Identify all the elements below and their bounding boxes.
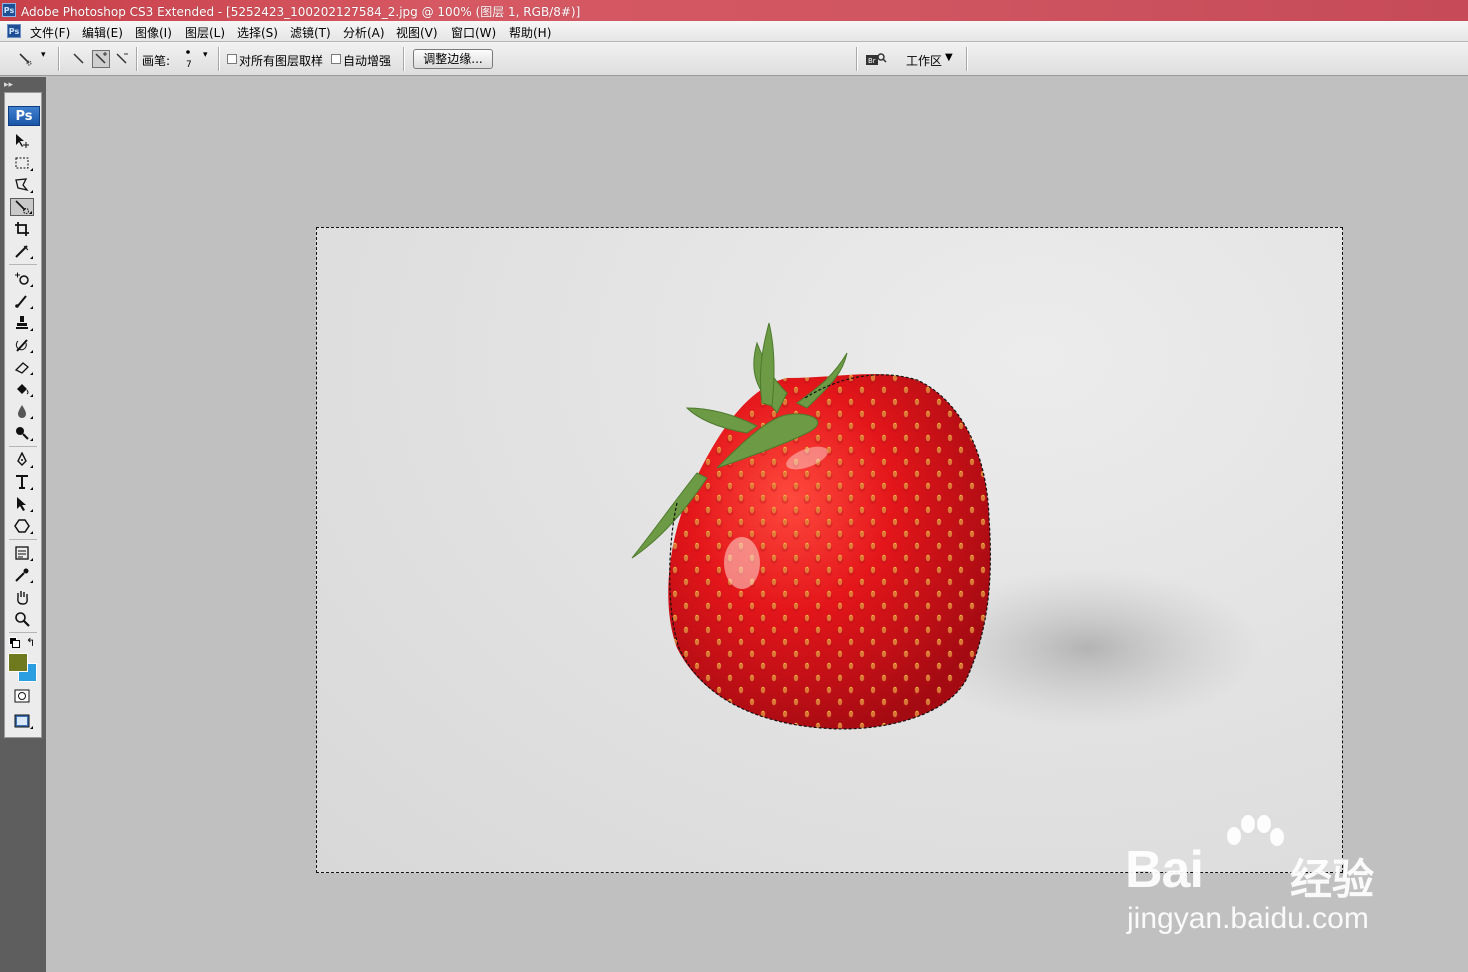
menu-file[interactable]: 文件(F) <box>30 24 70 41</box>
menu-analysis[interactable]: 分析(A) <box>343 24 385 41</box>
brush-tool-icon[interactable] <box>10 292 34 310</box>
eyedropper-tool-icon[interactable] <box>10 566 34 584</box>
app-icon: Ps <box>2 3 16 17</box>
eraser-tool-icon[interactable] <box>10 358 34 376</box>
lasso-tool-icon[interactable] <box>10 176 34 194</box>
watermark-brand: Bai <box>1125 841 1204 899</box>
default-colors-icon[interactable] <box>9 637 20 648</box>
app-menu-icon[interactable]: Ps <box>7 24 21 38</box>
menu-image[interactable]: 图像(I) <box>135 24 172 41</box>
type-tool-icon[interactable] <box>10 473 34 491</box>
menu-select[interactable]: 选择(S) <box>237 24 278 41</box>
tool-preset-picker[interactable] <box>14 50 36 68</box>
history-brush-tool-icon[interactable] <box>10 336 34 354</box>
dodge-tool-icon[interactable] <box>10 424 34 442</box>
slice-tool-icon[interactable] <box>10 242 34 260</box>
brush-label: 画笔: <box>142 54 171 68</box>
blur-tool-icon[interactable] <box>10 402 34 420</box>
swap-colors-icon[interactable]: ↰ <box>26 636 35 649</box>
ps-badge[interactable]: Ps <box>8 106 40 126</box>
menu-help[interactable]: 帮助(H) <box>509 24 551 41</box>
auto-enhance-label: 自动增强 <box>343 54 392 68</box>
baidu-watermark: Bai 经验 jingyan.baidu.com <box>1125 812 1395 942</box>
menu-bar: Ps 文件(F) 编辑(E) 图像(I) 图层(L) 选择(S) 滤镜(T) 分… <box>0 21 1468 42</box>
pen-tool-icon[interactable] <box>10 451 34 469</box>
workspace-chevron-down-icon[interactable]: ▼ <box>945 52 953 63</box>
menu-layer[interactable]: 图层(L) <box>185 24 225 41</box>
shape-tool-icon[interactable] <box>10 517 34 535</box>
window-title: Adobe Photoshop CS3 Extended - [5252423_… <box>21 5 581 19</box>
svg-text:Br: Br <box>868 57 876 65</box>
document-canvas[interactable] <box>316 227 1343 873</box>
notes-tool-icon[interactable] <box>10 544 34 562</box>
brush-size: 7 <box>186 60 192 70</box>
path-selection-tool-icon[interactable] <box>10 495 34 513</box>
auto-enhance-checkbox[interactable] <box>331 54 341 64</box>
screen-mode-icon[interactable] <box>10 712 34 730</box>
menu-edit[interactable]: 编辑(E) <box>82 24 123 41</box>
paint-bucket-tool-icon[interactable] <box>10 380 34 398</box>
rectangular-marquee-tool-icon[interactable] <box>10 154 34 172</box>
menu-filter[interactable]: 滤镜(T) <box>290 24 331 41</box>
move-tool-icon[interactable] <box>10 132 34 150</box>
watermark-brand-tail: 经验 <box>1290 855 1375 904</box>
toolbox-collapse-icon[interactable]: ▸▸ <box>4 80 42 92</box>
chevron-down-icon[interactable]: ▾ <box>41 50 46 60</box>
quick-selection-tool-icon[interactable] <box>10 198 34 216</box>
quick-mask-mode-icon[interactable] <box>10 687 34 705</box>
strawberry-photo <box>631 322 1262 730</box>
bridge-icon[interactable]: Br <box>864 50 888 68</box>
foreground-color-swatch[interactable] <box>8 653 28 672</box>
sample-all-layers-label: 对所有图层取样 <box>239 54 324 68</box>
new-selection-mode-icon[interactable] <box>70 50 88 68</box>
paw-logo-icon <box>1227 815 1284 846</box>
quick-selection-icon <box>19 53 32 66</box>
crop-tool-icon[interactable] <box>10 220 34 238</box>
menu-view[interactable]: 视图(V) <box>396 24 438 41</box>
zoom-tool-icon[interactable] <box>10 610 34 628</box>
sample-all-layers-checkbox[interactable] <box>227 54 237 64</box>
clone-stamp-tool-icon[interactable] <box>10 314 34 332</box>
hand-tool-icon[interactable] <box>10 588 34 606</box>
watermark-url: jingyan.baidu.com <box>1127 902 1369 935</box>
spot-healing-brush-tool-icon[interactable] <box>10 270 34 288</box>
title-bar: Ps Adobe Photoshop CS3 Extended - [52524… <box>0 0 1468 21</box>
brush-chevron-down-icon[interactable]: ▾ <box>203 50 208 60</box>
add-to-selection-mode-icon[interactable] <box>92 50 110 68</box>
options-bar: ▾ 画笔: 7 ▾ 对所有图层取样 自动增强 Br 工作区 ▼ <box>0 42 1468 76</box>
refine-edge-button[interactable]: 调整边缘... <box>413 49 493 69</box>
workspace-menu[interactable]: 工作区 <box>906 52 942 69</box>
subtract-from-selection-mode-icon[interactable] <box>113 50 131 68</box>
menu-window[interactable]: 窗口(W) <box>451 24 496 41</box>
